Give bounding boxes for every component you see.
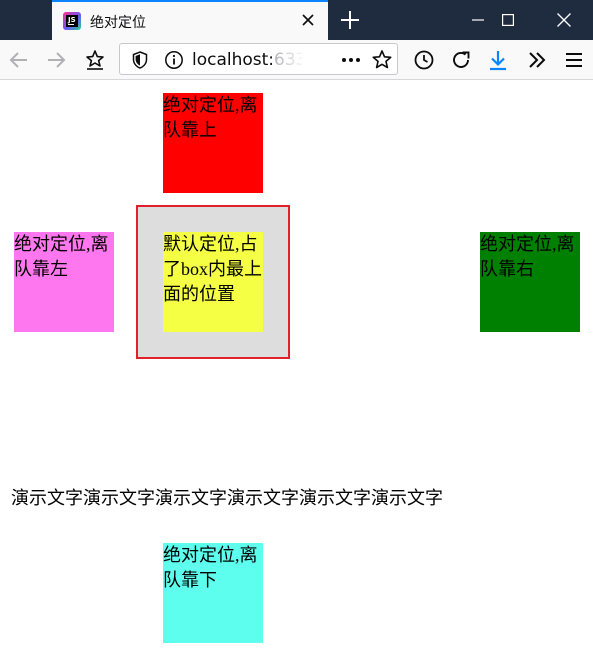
plus-icon — [341, 11, 359, 29]
relative-container-box: 默认定位,占了box内最上面的位置 — [136, 205, 290, 359]
arrow-left-icon — [9, 52, 27, 68]
tab-close-button[interactable] — [298, 10, 318, 30]
ellipsis-icon[interactable] — [340, 50, 362, 70]
page-content: 绝对定位,离队靠上 绝对定位,离队靠左 默认定位,占了box内最上面的位置 绝对… — [0, 80, 593, 656]
nav-toolbar: localhost:633 — [0, 40, 593, 80]
url-fade — [270, 48, 306, 72]
shield-icon[interactable] — [132, 51, 148, 69]
download-icon — [490, 51, 506, 71]
box-absolute-bottom: 绝对定位,离队靠下 — [163, 543, 263, 643]
clock-icon — [414, 50, 434, 70]
box-default-position: 默认定位,占了box内最上面的位置 — [163, 232, 263, 332]
box-absolute-left: 绝对定位,离队靠左 — [14, 232, 114, 332]
box-absolute-top: 绝对定位,离队靠上 — [163, 93, 263, 193]
title-bar: JS 绝对定位 — [0, 0, 593, 40]
star-icon[interactable] — [371, 49, 393, 71]
history-button[interactable] — [413, 49, 435, 71]
reload-icon — [453, 51, 470, 68]
forward-button[interactable] — [45, 49, 67, 71]
chevrons-right-icon — [529, 52, 546, 68]
address-bar[interactable]: localhost:633 — [119, 43, 398, 75]
tab-title: 绝对定位 — [90, 15, 146, 31]
downloads-button[interactable] — [487, 49, 509, 71]
home-bookmark-button[interactable] — [84, 49, 106, 71]
app-menu-button[interactable] — [563, 49, 585, 71]
url-host: localhost: — [192, 50, 275, 70]
back-button[interactable] — [8, 49, 30, 71]
close-icon — [302, 14, 314, 26]
window-close-button[interactable] — [541, 0, 587, 40]
overflow-menu-button[interactable] — [526, 49, 548, 71]
box-absolute-right: 绝对定位,离队靠右 — [480, 232, 580, 332]
arrow-right-icon — [48, 52, 66, 68]
close-icon — [557, 13, 571, 27]
jetbrains-icon: JS — [63, 12, 81, 30]
hamburger-icon — [566, 53, 582, 67]
demo-text: 演示文字演示文字演示文字演示文字演示文字演示文字 — [11, 488, 443, 508]
info-icon[interactable] — [164, 50, 184, 70]
new-tab-button[interactable] — [336, 6, 364, 34]
reload-button[interactable] — [450, 49, 472, 71]
window-maximize-button[interactable] — [485, 0, 531, 40]
maximize-icon — [502, 14, 514, 26]
tab-active[interactable]: JS 绝对定位 — [52, 0, 328, 40]
star-box-icon — [86, 50, 104, 70]
minimize-icon — [472, 19, 484, 21]
